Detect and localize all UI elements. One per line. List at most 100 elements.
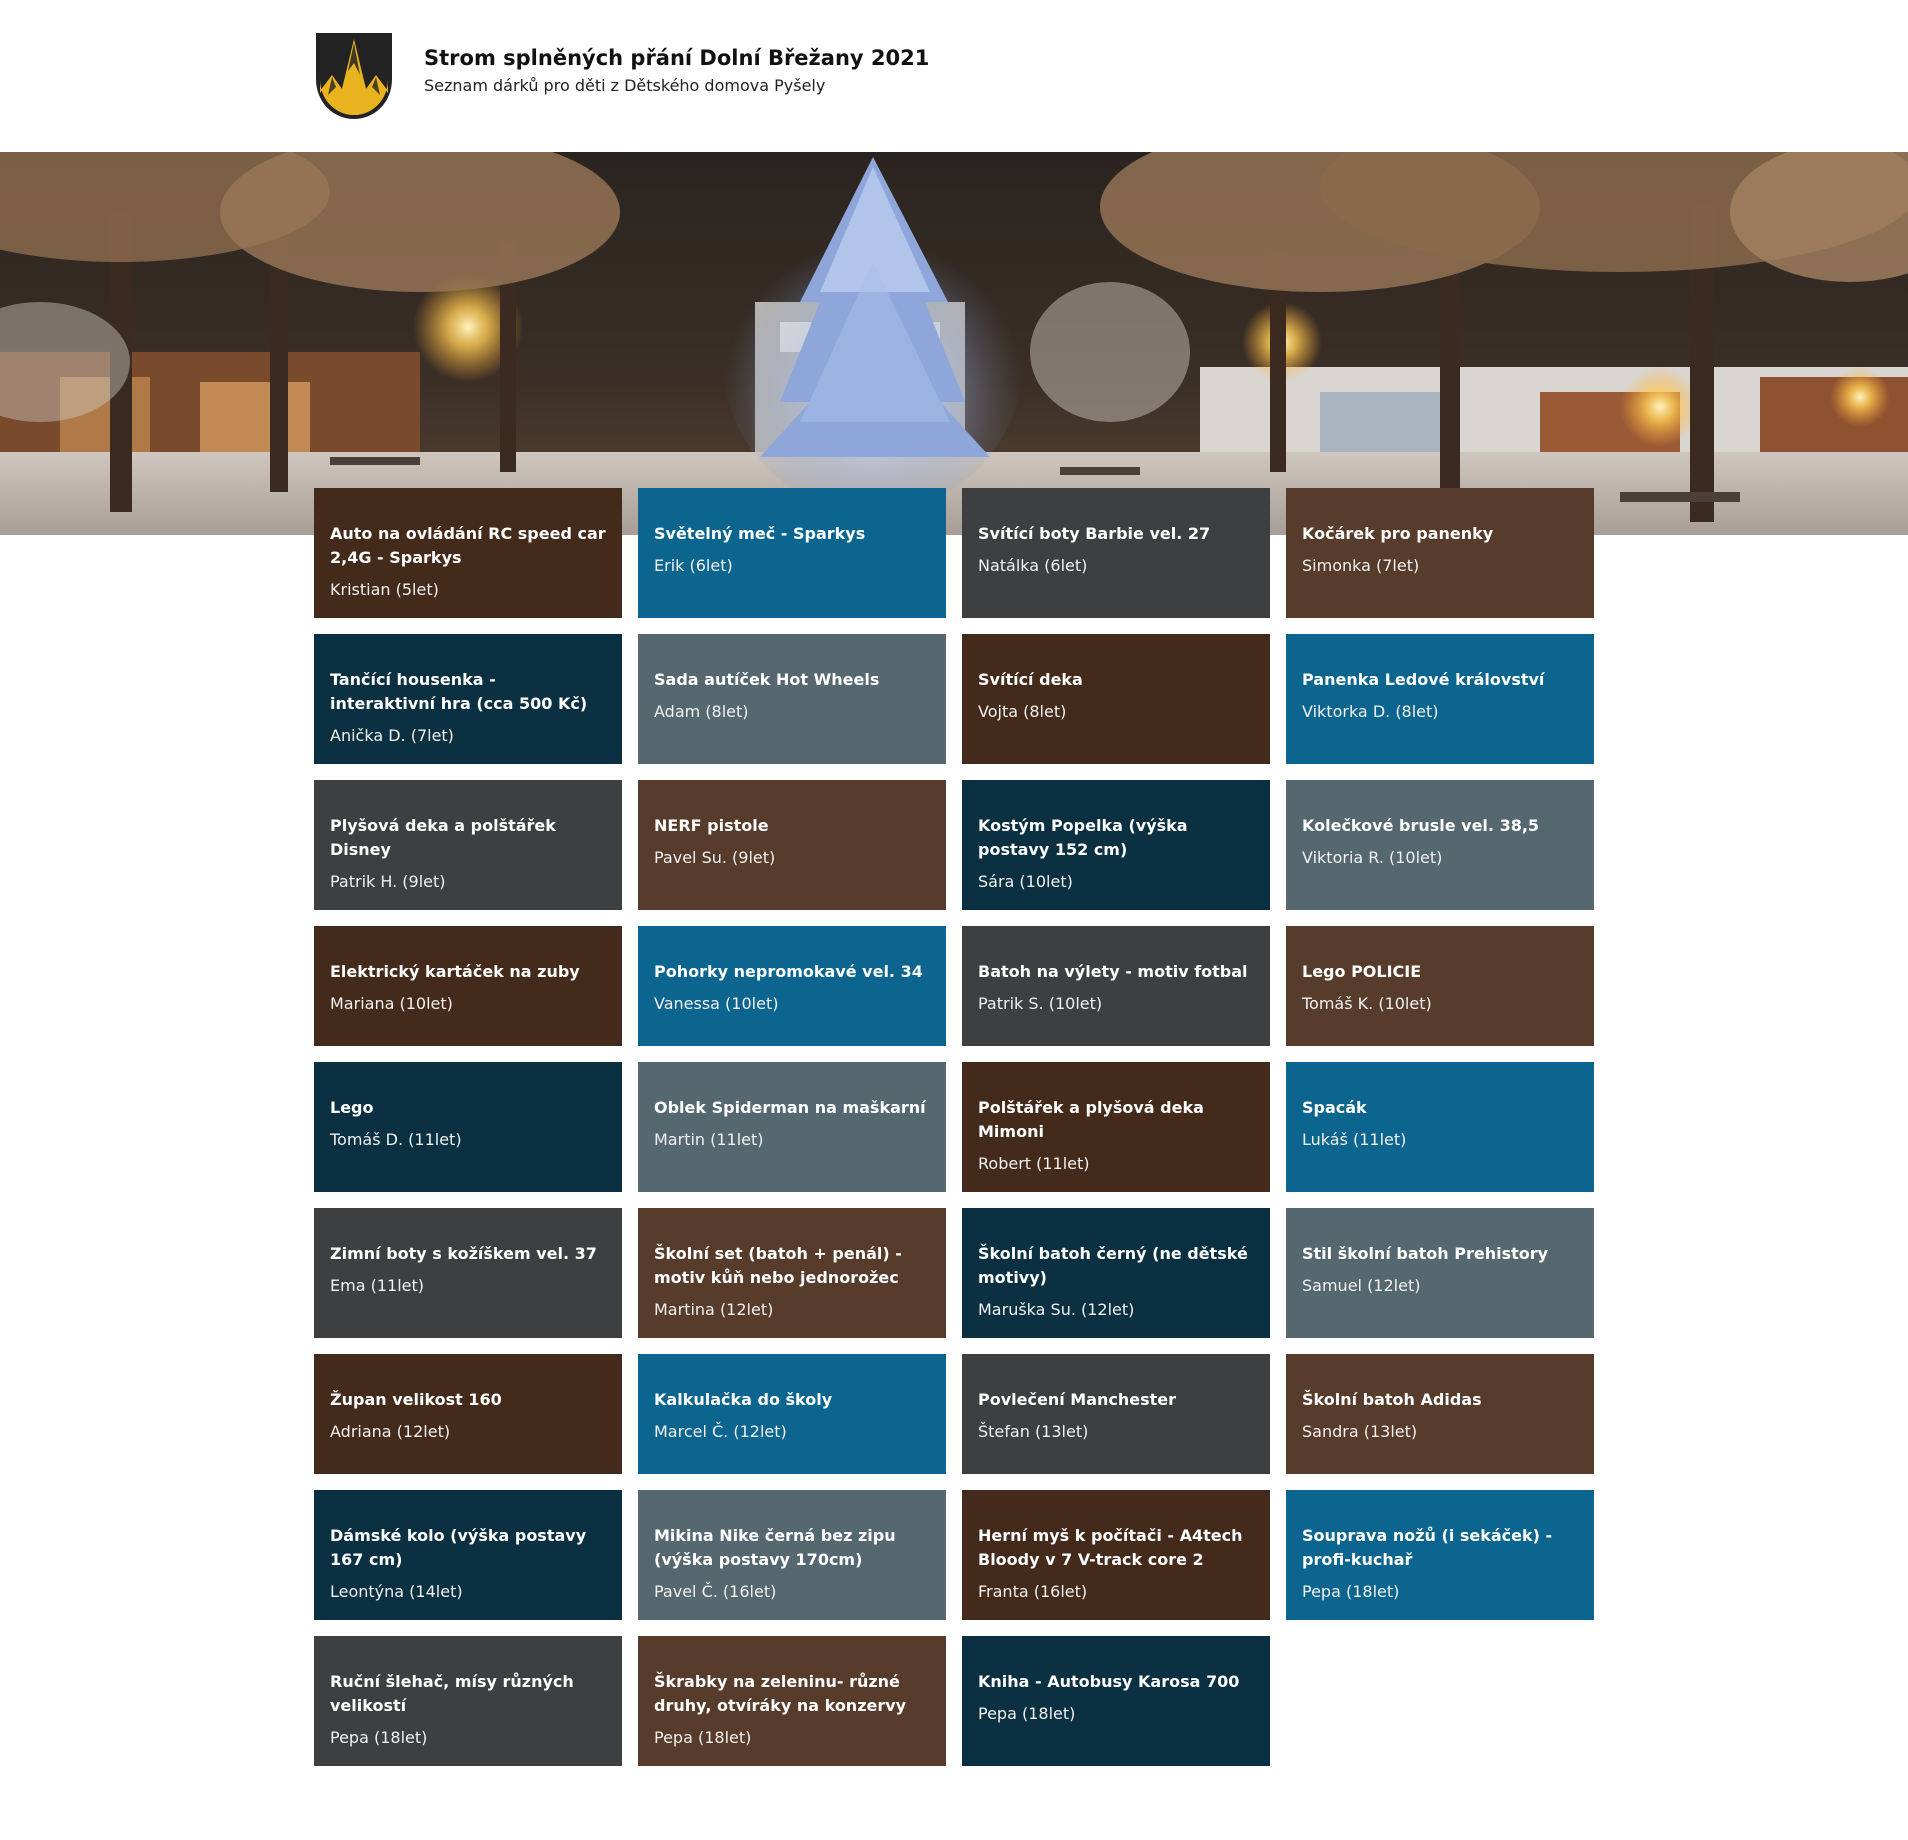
wish-title: Škrabky na zeleninu- různé druhy, otvírá… [654, 1672, 907, 1715]
wish-card[interactable]: Dámské kolo (výška postavy 167 cm) Leontý… [314, 1490, 622, 1620]
child-name: Vojta (8let) [978, 702, 1067, 721]
wish-card[interactable]: Elektrický kartáček na zuby Mariana (10le… [314, 926, 622, 1046]
site-title[interactable]: Strom splněných přání Dolní Břežany 2021 [424, 46, 929, 70]
wish-card[interactable]: Tančící housenka - interaktivní hra (cca… [314, 634, 622, 764]
wish-title: Sada autíček Hot Wheels [654, 670, 880, 689]
wish-title: NERF pistole [654, 816, 769, 835]
wish-title: Světelný meč - Sparkys [654, 524, 866, 543]
wish-title: Školní batoh černý (ne dětské motivy) [978, 1244, 1248, 1287]
wish-title: Spacák [1302, 1098, 1367, 1117]
wish-card[interactable]: Školní batoh Adidas Sandra (13let) [1286, 1354, 1594, 1474]
wish-title: Mikina Nike černá bez zipu (výška postav… [654, 1526, 896, 1569]
wish-title: Kniha - Autobusy Karosa 700 [978, 1672, 1240, 1691]
child-name: Martina (12let) [654, 1300, 774, 1319]
wish-card[interactable]: Kostým Popelka (výška postavy 152 cm) Sár… [962, 780, 1270, 910]
child-name: Adam (8let) [654, 702, 749, 721]
wish-card[interactable]: Kočárek pro panenky Simonka (7let) [1286, 488, 1594, 618]
wish-title: Kolečkové brusle vel. 38,5 [1302, 816, 1540, 835]
wish-title: Batoh na výlety - motiv fotbal [978, 962, 1248, 981]
child-name: Pepa (18let) [1302, 1582, 1400, 1601]
child-name: Viktorka D. (8let) [1302, 702, 1439, 721]
child-name: Tomáš K. (10let) [1302, 994, 1432, 1013]
child-name: Patrik S. (10let) [978, 994, 1103, 1013]
child-name: Tomáš D. (11let) [330, 1130, 462, 1149]
wish-title: Ruční šlehač, mísy různých velikostí [330, 1672, 574, 1715]
wish-title: Lego POLICIE [1302, 962, 1422, 981]
wish-title: Tančící housenka - interaktivní hra (cca… [330, 670, 588, 713]
wish-card[interactable]: Spacák Lukáš (11let) [1286, 1062, 1594, 1192]
wish-card[interactable]: Zimní boty s kožíškem vel. 37 Ema (11let) [314, 1208, 622, 1338]
wish-title: Povlečení Manchester [978, 1390, 1177, 1409]
wish-card[interactable]: Župan velikost 160 Adriana (12let) [314, 1354, 622, 1474]
wish-card[interactable]: Lego Tomáš D. (11let) [314, 1062, 622, 1192]
wish-title: Oblek Spiderman na maškarní [654, 1098, 926, 1117]
wish-title: Svítící boty Barbie vel. 27 [978, 524, 1211, 543]
wish-title: Kostým Popelka (výška postavy 152 cm) [978, 816, 1188, 859]
wish-card[interactable]: Ruční šlehač, mísy různých velikostí Pepa… [314, 1636, 622, 1766]
wish-card[interactable]: Pohorky nepromokavé vel. 34 Vanessa (10le… [638, 926, 946, 1046]
child-name: Adriana (12let) [330, 1422, 451, 1441]
wish-card[interactable]: Školní set (batoh + penál) - motiv kůň n… [638, 1208, 946, 1338]
child-name: Marcel Č. (12let) [654, 1422, 787, 1441]
wish-title: Polštářek a plyšová deka Mimoni [978, 1098, 1204, 1141]
wish-card[interactable]: Kniha - Autobusy Karosa 700 Pepa (18let) [962, 1636, 1270, 1766]
wish-title: Kalkulačka do školy [654, 1390, 833, 1409]
child-name: Maruška Su. (12let) [978, 1300, 1135, 1319]
wish-card[interactable]: Škrabky na zeleninu- různé druhy, otvírá… [638, 1636, 946, 1766]
wish-card[interactable]: Kalkulačka do školy Marcel Č. (12let) [638, 1354, 946, 1474]
wish-title: Dámské kolo (výška postavy 167 cm) [330, 1526, 587, 1569]
wish-card[interactable]: NERF pistole Pavel Su. (9let) [638, 780, 946, 910]
wish-card[interactable]: Batoh na výlety - motiv fotbal Patrik S. … [962, 926, 1270, 1046]
wish-title: Auto na ovládání RC speed car 2,4G - Spa… [330, 524, 606, 567]
child-name: Lukáš (11let) [1302, 1130, 1407, 1149]
wish-card[interactable]: Svítící boty Barbie vel. 27 Natálka (6let… [962, 488, 1270, 618]
wish-card[interactable]: Kolečkové brusle vel. 38,5 Viktoria R. (1… [1286, 780, 1594, 910]
wish-card[interactable]: Souprava nožů (i sekáček) - profi-kuchař… [1286, 1490, 1594, 1620]
wish-title: Svítící deka [978, 670, 1083, 689]
child-name: Sára (10let) [978, 872, 1073, 891]
wish-title: Zimní boty s kožíškem vel. 37 [330, 1244, 597, 1263]
wish-card[interactable]: Panenka Ledové království Viktorka D. (8l… [1286, 634, 1594, 764]
wish-card[interactable]: Auto na ovládání RC speed car 2,4G - Spa… [314, 488, 622, 618]
child-name: Erik (6let) [654, 556, 733, 575]
child-name: Kristian (5let) [330, 580, 439, 599]
wish-card[interactable]: Světelný meč - Sparkys Erik (6let) [638, 488, 946, 618]
mountain-shield-logo-icon[interactable] [314, 31, 394, 121]
wish-card[interactable]: Mikina Nike černá bez zipu (výška postav… [638, 1490, 946, 1620]
wish-card[interactable]: Povlečení Manchester Štefan (13let) [962, 1354, 1270, 1474]
wish-title: Školní set (batoh + penál) - motiv kůň n… [654, 1244, 902, 1287]
wish-card[interactable]: Svítící deka Vojta (8let) [962, 634, 1270, 764]
child-name: Pepa (18let) [330, 1728, 428, 1747]
child-name: Pavel Su. (9let) [654, 848, 776, 867]
wish-card[interactable]: Polštářek a plyšová deka Mimoni Robert (1… [962, 1062, 1270, 1192]
child-name: Pepa (18let) [978, 1704, 1076, 1723]
child-name: Mariana (10let) [330, 994, 453, 1013]
wish-card[interactable]: Školní batoh černý (ne dětské motivy) Mar… [962, 1208, 1270, 1338]
site-header: Strom splněných přání Dolní Břežany 2021… [314, 31, 929, 121]
wish-card[interactable]: Herní myš k počítači - A4tech Bloody v 7… [962, 1490, 1270, 1620]
wish-title: Stil školní batoh Prehistory [1302, 1244, 1549, 1263]
child-name: Robert (11let) [978, 1154, 1090, 1173]
child-name: Štefan (13let) [978, 1422, 1089, 1441]
wish-card[interactable]: Sada autíček Hot Wheels Adam (8let) [638, 634, 946, 764]
wish-title: Školní batoh Adidas [1302, 1390, 1482, 1409]
wish-card[interactable]: Stil školní batoh Prehistory Samuel (12le… [1286, 1208, 1594, 1338]
child-name: Samuel (12let) [1302, 1276, 1421, 1295]
wishes-grid: Auto na ovládání RC speed car 2,4G - Spa… [314, 488, 1594, 1766]
child-name: Anička D. (7let) [330, 726, 454, 745]
wish-title: Herní myš k počítači - A4tech Bloody v 7… [978, 1526, 1243, 1569]
child-name: Viktoria R. (10let) [1302, 848, 1443, 867]
child-name: Pepa (18let) [654, 1728, 752, 1747]
wish-title: Souprava nožů (i sekáček) - profi-kuchař [1302, 1526, 1553, 1569]
child-name: Simonka (7let) [1302, 556, 1420, 575]
wish-card[interactable]: Plyšová deka a polštářek Disney Patrik H.… [314, 780, 622, 910]
wish-title: Plyšová deka a polštářek Disney [330, 816, 556, 859]
wish-title: Kočárek pro panenky [1302, 524, 1494, 543]
wish-title: Lego [330, 1098, 374, 1117]
child-name: Natálka (6let) [978, 556, 1088, 575]
wish-card[interactable]: Oblek Spiderman na maškarní Martin (11let… [638, 1062, 946, 1192]
wish-title: Župan velikost 160 [330, 1390, 502, 1409]
wish-card[interactable]: Lego POLICIE Tomáš K. (10let) [1286, 926, 1594, 1046]
child-name: Leontýna (14let) [330, 1582, 463, 1601]
child-name: Patrik H. (9let) [330, 872, 446, 891]
